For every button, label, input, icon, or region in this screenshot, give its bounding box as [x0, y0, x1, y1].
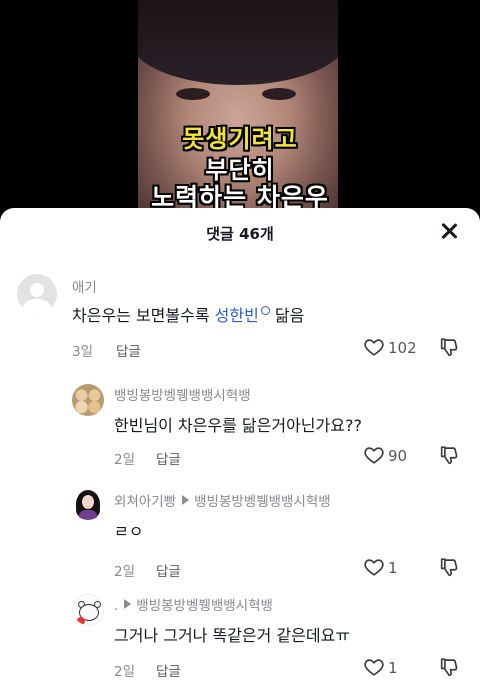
- comment-text: 한빈님이 차은우를 닮은거아닌가요??: [114, 416, 362, 435]
- dislike-button[interactable]: [438, 336, 460, 358]
- avatar[interactable]: [72, 488, 104, 520]
- reply-arrow-icon: [182, 495, 190, 505]
- reply-to-username[interactable]: 뱅빙봉방벵뷍뱅뱅시혁뱅: [194, 494, 331, 510]
- comment-username[interactable]: 외쳐아기빵: [114, 494, 176, 510]
- like-count: 102: [388, 339, 417, 357]
- dislike-button[interactable]: [438, 556, 460, 578]
- reply-button[interactable]: 답글: [156, 660, 181, 680]
- like-count: 1: [388, 559, 398, 577]
- avatar[interactable]: [72, 594, 104, 626]
- comments-count-title: 댓글 46개: [206, 225, 274, 243]
- like-button[interactable]: [363, 444, 385, 466]
- comments-sheet: 댓글 46개 애기 차은우는 보면볼수록 성한빈 닮음 3일 답글 102 뱅빙…: [0, 208, 480, 692]
- comment-time: 2일: [114, 564, 136, 580]
- search-icon: [260, 306, 270, 315]
- avatar[interactable]: [17, 274, 57, 314]
- thumbs-down-icon: [440, 446, 458, 465]
- comment-username-line: . 뱅빙봉방벵뷍뱅뱅시혁뱅: [114, 594, 273, 614]
- avatar[interactable]: [72, 384, 104, 416]
- heart-icon: [364, 659, 384, 676]
- heart-icon: [364, 339, 384, 356]
- heart-icon: [364, 447, 384, 464]
- search-link[interactable]: 성한빈: [215, 306, 270, 325]
- comment-username[interactable]: .: [114, 598, 118, 614]
- comment-time: 2일: [114, 452, 136, 468]
- reply-button[interactable]: 답글: [116, 340, 141, 360]
- like-button[interactable]: [363, 556, 385, 578]
- like-count: 1: [388, 659, 398, 677]
- like-button[interactable]: [363, 656, 385, 678]
- comment-text: 그거나 그거나 똑같은거 같은데요ㅠ: [114, 626, 351, 645]
- comment-text-suffix: 닮음: [269, 306, 305, 325]
- thumbs-down-icon: [440, 338, 458, 357]
- close-icon[interactable]: [436, 218, 462, 244]
- comments-header: 댓글 46개: [0, 208, 480, 254]
- comment-time: 3일: [72, 344, 94, 360]
- comment-username[interactable]: 애기: [72, 276, 97, 296]
- heart-icon: [364, 559, 384, 576]
- comment-time: 2일: [114, 664, 136, 680]
- thumbs-down-icon: [440, 658, 458, 677]
- thumbs-down-icon: [440, 558, 458, 577]
- dislike-button[interactable]: [438, 444, 460, 466]
- comment-text: 차은우는 보면볼수록 성한빈 닮음: [72, 302, 304, 326]
- comment-username[interactable]: 뱅빙봉방벵뷍뱅뱅시혁뱅: [114, 384, 251, 404]
- comment-text-prefix: 차은우는 보면볼수록: [72, 306, 215, 325]
- search-link-text: 성한빈: [214, 306, 259, 325]
- dislike-button[interactable]: [438, 656, 460, 678]
- reply-to-username[interactable]: 뱅빙봉방벵뷍뱅뱅시혁뱅: [136, 598, 273, 614]
- reply-arrow-icon: [124, 599, 132, 609]
- comment-text: ㄹㅇ: [114, 522, 144, 541]
- comment-username-line: 외쳐아기빵 뱅빙봉방벵뷍뱅뱅시혁뱅: [114, 490, 331, 510]
- reply-button[interactable]: 답글: [156, 560, 181, 580]
- like-count: 90: [388, 447, 408, 465]
- reply-button[interactable]: 답글: [156, 448, 181, 468]
- video-player[interactable]: 못생기려고 부단히 노력하는 차은우: [0, 0, 480, 215]
- like-button[interactable]: [363, 336, 385, 358]
- video-caption-line-1: 못생기려고: [182, 125, 298, 153]
